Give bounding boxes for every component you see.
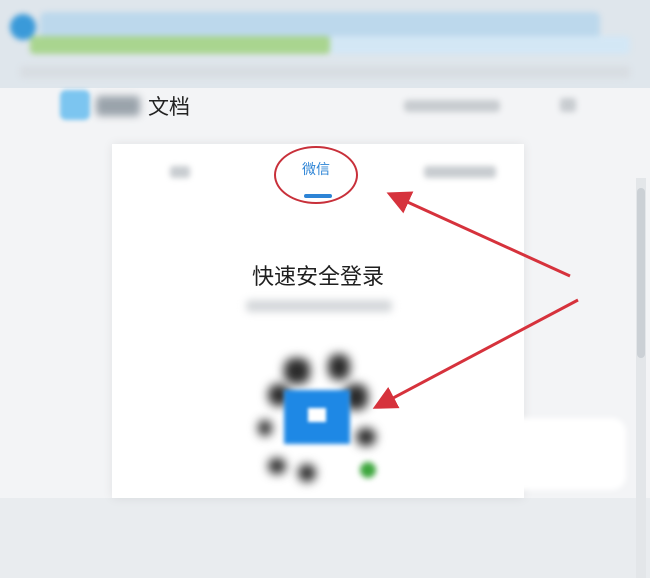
- tab-other-login[interactable]: [424, 166, 496, 178]
- header-menu-icon[interactable]: [560, 98, 576, 112]
- blur-patch: [458, 418, 626, 490]
- site-header: 文档: [0, 88, 650, 126]
- login-subtitle-blurred: [246, 300, 392, 312]
- login-title: 快速安全登录: [251, 265, 384, 290]
- tab-qq[interactable]: [170, 166, 190, 178]
- address-bar[interactable]: [330, 36, 630, 54]
- docs-logo-icon[interactable]: [60, 90, 90, 120]
- active-tab[interactable]: [30, 36, 330, 54]
- logo-text: 文档: [148, 95, 190, 119]
- annotation-ellipse: [274, 146, 358, 204]
- qr-code-icon[interactable]: [248, 344, 388, 484]
- browser-chrome: [0, 0, 650, 89]
- header-links[interactable]: [404, 100, 500, 112]
- scrollbar-thumb[interactable]: [637, 188, 645, 358]
- bookmarks-bar[interactable]: [20, 66, 630, 78]
- scrollbar[interactable]: [636, 178, 646, 578]
- logo-name-blurred: [96, 96, 140, 116]
